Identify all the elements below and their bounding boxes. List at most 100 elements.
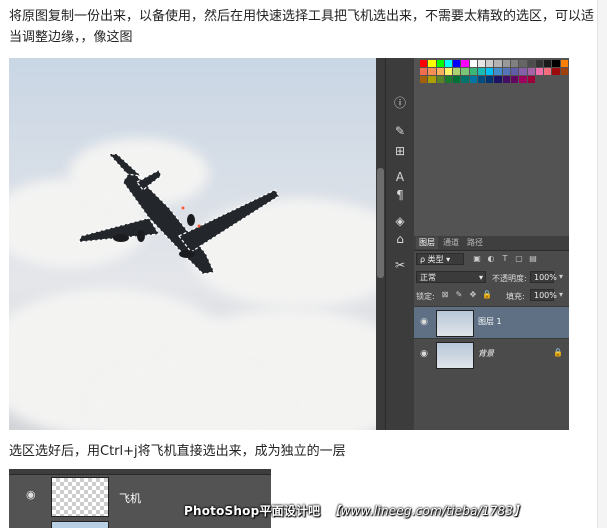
tab-paths[interactable]: 路径 (464, 237, 486, 249)
color-swatch[interactable] (519, 60, 527, 67)
info-icon[interactable]: ⓘ (389, 94, 411, 112)
color-swatch[interactable] (502, 60, 511, 67)
clone-source-icon[interactable]: ⊞ (389, 142, 411, 160)
color-swatch[interactable] (444, 68, 453, 75)
color-swatch[interactable] (527, 60, 535, 67)
color-swatch[interactable] (519, 68, 527, 75)
color-swatch[interactable] (502, 68, 511, 75)
color-swatch[interactable] (560, 68, 568, 75)
paragraph-1: 将原图复制一份出来，以备使用，然后在用快速选择工具把飞机选出来，不需要太精致的选… (9, 9, 595, 45)
color-swatch[interactable] (420, 76, 428, 83)
chevron-down-icon[interactable]: ▾ (556, 290, 566, 300)
lock-all-icon[interactable]: 🔒 (482, 290, 492, 300)
color-swatch[interactable] (477, 60, 486, 67)
lock-paint-icon[interactable]: ✎ (454, 290, 464, 300)
color-swatch[interactable] (469, 60, 477, 67)
color-swatch[interactable] (494, 68, 502, 75)
filter-row: ρ 类型 ▾ ▣ ◐ T ▢ ▤ (416, 252, 567, 268)
color-swatch[interactable] (428, 60, 436, 67)
fill-input[interactable]: 100% (530, 289, 557, 301)
paragraph-2: 选区选好后，用Ctrl+j将飞机直接选出来，成为独立的一层 (9, 444, 346, 459)
color-swatch[interactable] (461, 76, 469, 83)
color-swatch[interactable] (544, 68, 552, 75)
color-swatch[interactable] (477, 76, 486, 83)
color-swatch[interactable] (511, 76, 519, 83)
lock-label: 锁定: (416, 292, 435, 301)
opacity-input[interactable]: 100% (530, 271, 557, 283)
character-icon[interactable]: A (389, 168, 411, 186)
image-filter-icon[interactable]: ▣ (472, 254, 482, 264)
scroll-thumb[interactable] (377, 168, 384, 278)
color-swatch[interactable] (436, 60, 444, 67)
color-swatch[interactable] (453, 60, 461, 67)
color-swatch[interactable] (560, 60, 568, 67)
layer-thumbnail (51, 477, 109, 517)
eye-icon[interactable]: ◉ (26, 488, 36, 501)
color-swatch[interactable] (552, 60, 560, 67)
color-swatch[interactable] (420, 68, 428, 75)
color-swatch[interactable] (535, 60, 544, 67)
color-swatch[interactable] (436, 68, 444, 75)
type-filter-icon[interactable]: T (500, 254, 510, 264)
color-swatch[interactable] (469, 76, 477, 83)
color-swatch[interactable] (461, 68, 469, 75)
color-swatch[interactable] (469, 68, 477, 75)
color-swatch[interactable] (511, 60, 519, 67)
shape-filter-icon[interactable]: ▢ (514, 254, 524, 264)
lock-move-icon[interactable]: ✥ (468, 290, 478, 300)
tool-presets-icon[interactable]: ⌂ (389, 230, 411, 248)
color-swatch[interactable] (428, 76, 436, 83)
blend-mode-select[interactable]: 正常 ▾ (416, 271, 486, 283)
layer-name: 飞机 (119, 492, 141, 505)
color-swatch[interactable] (527, 76, 535, 83)
eye-icon[interactable]: ◉ (418, 348, 430, 360)
color-swatch[interactable] (486, 68, 494, 75)
tools-icon[interactable]: ✂ (389, 256, 411, 274)
color-swatch[interactable] (453, 76, 461, 83)
swatches-panel[interactable] (420, 60, 568, 84)
color-swatch[interactable] (527, 68, 535, 75)
tab-layers[interactable]: 图层 (416, 237, 438, 249)
panel-toolstrip: ⓘ ✎ ⊞ A ¶ ◈ ⌂ ✂ (385, 58, 415, 430)
layer-row[interactable]: ◉ 图层 1 (414, 306, 569, 338)
color-swatch[interactable] (519, 76, 527, 83)
layer-name: 背景 (478, 349, 494, 358)
color-swatch[interactable] (494, 76, 502, 83)
color-swatch[interactable] (436, 76, 444, 83)
tab-channels[interactable]: 通道 (440, 237, 462, 249)
brush-preset-icon[interactable]: ✎ (389, 122, 411, 140)
layers-panel: 图层 通道 路径 ρ 类型 ▾ ▣ ◐ T ▢ ▤ 正常 ▾ 不透明度: 100… (414, 236, 569, 430)
color-swatch[interactable] (552, 68, 560, 75)
color-swatch[interactable] (511, 68, 519, 75)
filter-select[interactable]: ρ 类型 ▾ (416, 253, 464, 265)
paragraph-icon[interactable]: ¶ (389, 186, 411, 204)
opacity-label: 不透明度: (492, 274, 527, 283)
color-swatch[interactable] (486, 60, 494, 67)
chevron-down-icon[interactable]: ▾ (556, 272, 566, 282)
adjustment-filter-icon[interactable]: ◐ (486, 254, 496, 264)
color-swatch[interactable] (535, 68, 544, 75)
smart-filter-icon[interactable]: ▤ (528, 254, 538, 264)
color-swatch[interactable] (444, 60, 453, 67)
watermark: PhotoShop平面设计吧 【www.lineeg.com/tieba/1783… (184, 504, 526, 518)
page-scrollbar[interactable] (597, 0, 607, 528)
color-swatch[interactable] (428, 68, 436, 75)
layer-row[interactable]: ◉ 背景 🔒 (414, 338, 569, 370)
color-swatch[interactable] (420, 60, 428, 67)
layer-thumbnail (51, 521, 109, 528)
eye-icon[interactable]: ◉ (418, 316, 430, 328)
3d-icon[interactable]: ◈ (389, 212, 411, 230)
color-swatch[interactable] (444, 76, 453, 83)
airplane-image (78, 153, 280, 275)
layer-thumbnail (436, 342, 474, 369)
color-swatch[interactable] (502, 76, 511, 83)
photoshop-screenshot: ⓘ ✎ ⊞ A ¶ ◈ ⌂ ✂ 图层 通道 路径 ρ 类型 ▾ ▣ ◐ T ▢ … (9, 58, 569, 430)
color-swatch[interactable] (477, 68, 486, 75)
color-swatch[interactable] (486, 76, 494, 83)
color-swatch[interactable] (494, 60, 502, 67)
color-swatch[interactable] (461, 60, 469, 67)
color-swatch[interactable] (453, 68, 461, 75)
color-swatch[interactable] (544, 60, 552, 67)
lock-transparent-icon[interactable]: ⊠ (440, 290, 450, 300)
canvas-scrollbar[interactable] (376, 58, 385, 430)
